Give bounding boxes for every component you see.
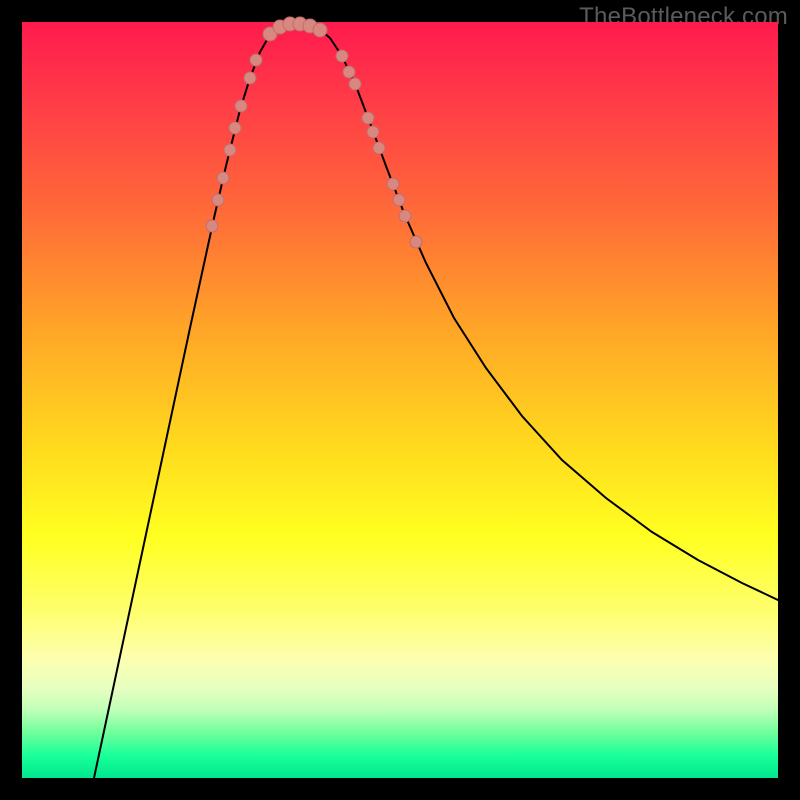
data-dot: [336, 50, 348, 62]
data-dot: [387, 178, 399, 190]
data-dot: [235, 100, 247, 112]
bottleneck-curve: [94, 24, 778, 778]
data-dot: [224, 144, 236, 156]
data-dot: [362, 112, 374, 124]
data-dot: [244, 72, 256, 84]
outer-frame: TheBottleneck.com: [0, 0, 800, 800]
data-dot: [313, 23, 327, 37]
data-dot: [206, 220, 218, 232]
data-dot: [373, 142, 385, 154]
data-dot: [393, 194, 405, 206]
data-dot: [410, 236, 422, 248]
chart-svg: [22, 22, 778, 778]
data-dot: [343, 66, 355, 78]
data-dot: [399, 210, 411, 222]
plot-area: [22, 22, 778, 778]
data-dot: [217, 172, 229, 184]
data-dot: [229, 122, 241, 134]
data-dot: [250, 54, 262, 66]
data-dot: [349, 78, 361, 90]
data-dot: [367, 126, 379, 138]
data-dot: [212, 194, 224, 206]
data-dots-group: [206, 17, 422, 248]
